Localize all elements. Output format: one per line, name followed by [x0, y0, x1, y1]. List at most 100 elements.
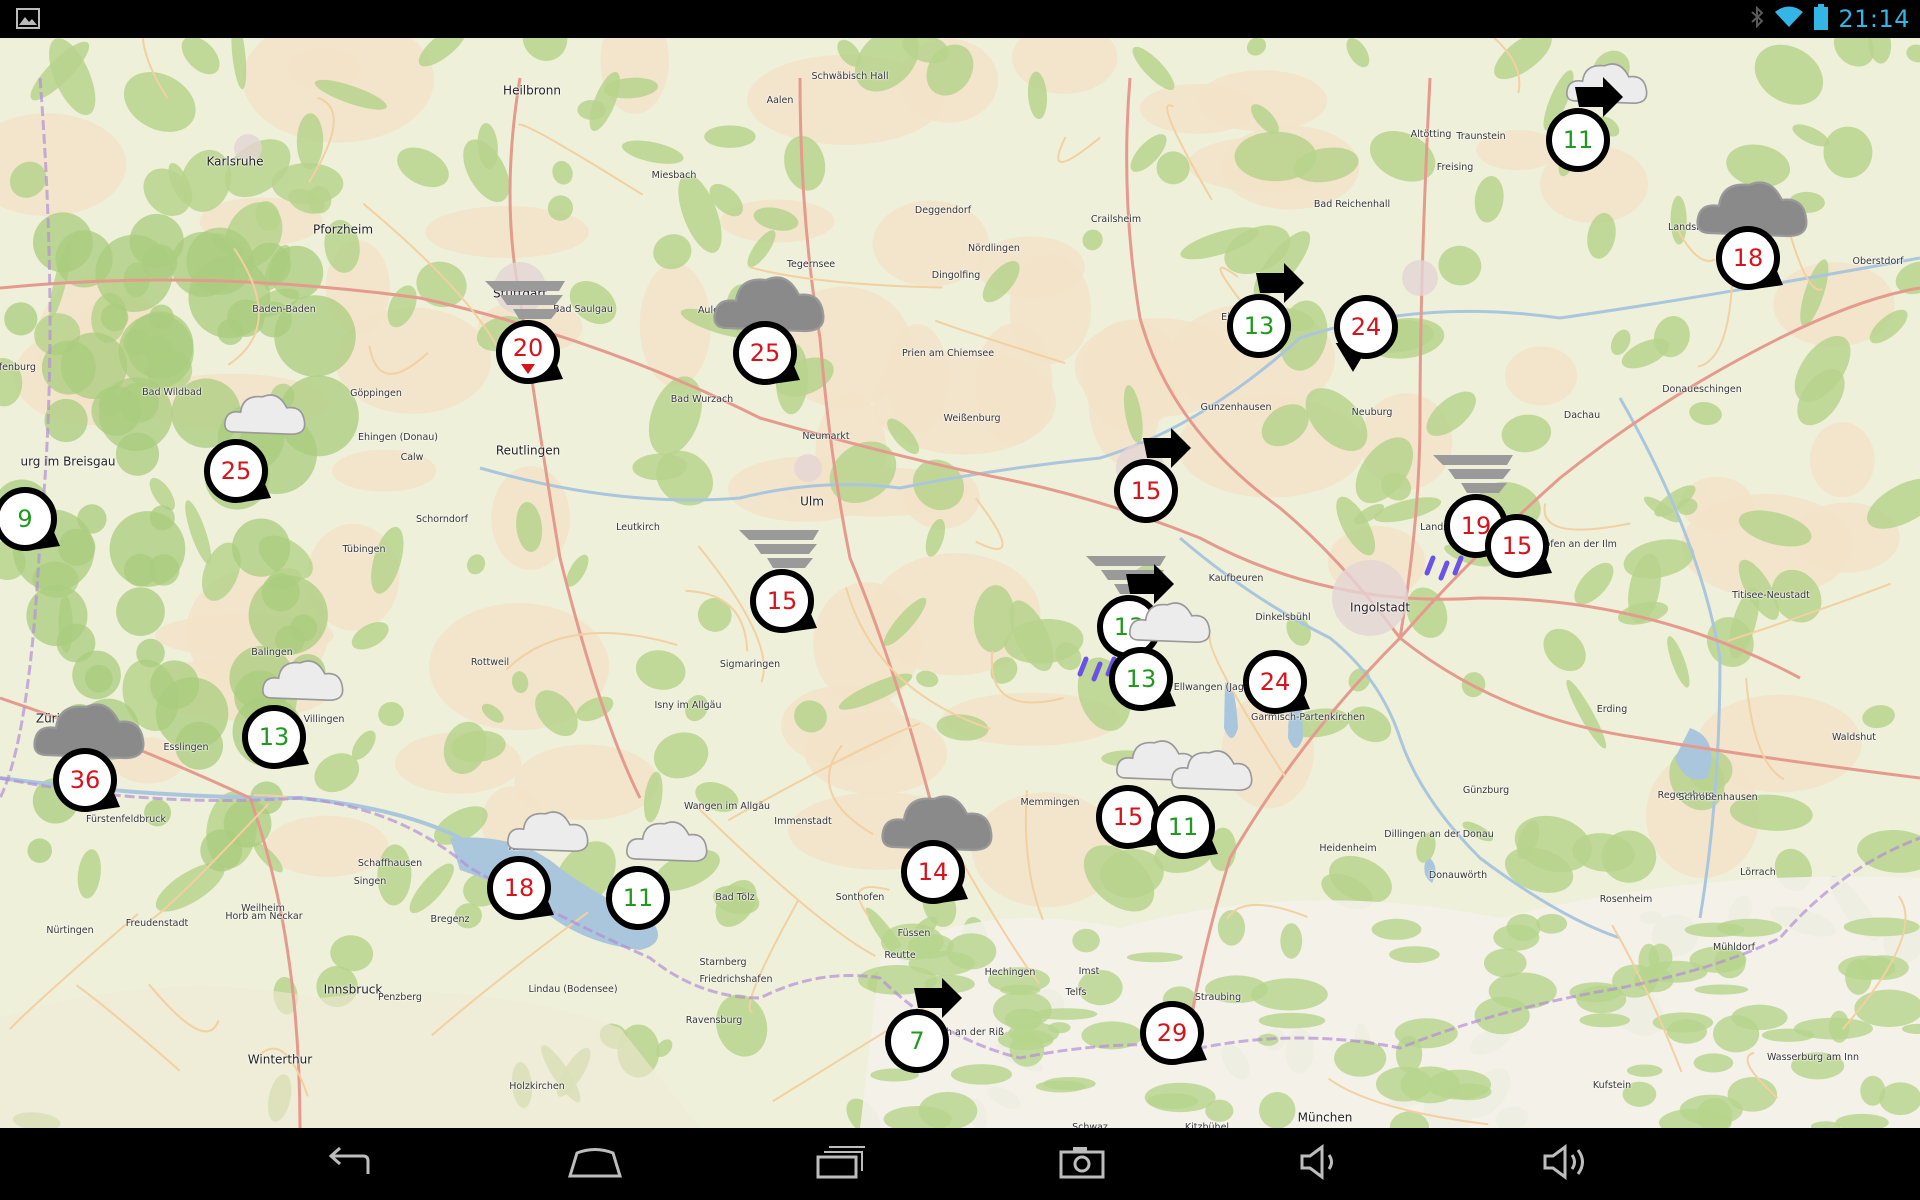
forest-area	[1371, 918, 1422, 940]
marker-value: 24	[1259, 668, 1291, 696]
place-label: Nürtingen	[46, 925, 94, 937]
forest-area	[1576, 985, 1627, 1014]
weather-marker[interactable]: 11	[1151, 750, 1253, 859]
forest-area	[1860, 1075, 1886, 1106]
volume-up-button[interactable]	[1522, 1138, 1612, 1190]
place-label: Kaufbeuren	[1208, 573, 1264, 585]
forest-area	[1694, 984, 1749, 995]
forest-area	[1280, 923, 1303, 959]
place-label: Deggendorf	[914, 205, 972, 217]
weather-marker[interactable]: 13	[1109, 602, 1211, 711]
place-label: Titisee-Neustadt	[1732, 590, 1810, 602]
weather-marker[interactable]: 11	[1546, 63, 1648, 172]
weather-marker[interactable]: 24	[1243, 650, 1310, 714]
home-button[interactable]	[550, 1138, 640, 1190]
place-label: Singen	[353, 876, 387, 888]
weather-marker[interactable]: 18	[1696, 181, 1808, 290]
place-label: Calw	[400, 452, 424, 464]
place-label: Innsbruck	[323, 982, 383, 997]
place-label: Ulm	[800, 494, 824, 509]
place-label: Donaueschingen	[1662, 384, 1742, 396]
weather-marker[interactable]: 15	[739, 530, 819, 633]
place-label: Bad Reichenhall	[1313, 199, 1391, 211]
farmland-area	[1505, 346, 1578, 406]
place-label: Baden-Baden	[252, 304, 316, 316]
marker-value: 7	[909, 1027, 925, 1055]
weather-marker[interactable]: 36	[33, 703, 145, 812]
weather-marker[interactable]: 7	[885, 978, 962, 1073]
forest-area	[1626, 1064, 1663, 1077]
place-label: Tübingen	[342, 544, 386, 556]
forest-area	[1506, 914, 1541, 942]
weather-marker[interactable]: 14	[881, 795, 993, 904]
place-label: Waldshut	[1832, 732, 1876, 744]
weather-marker[interactable]: 25	[713, 276, 825, 385]
place-label: Neumarkt	[802, 431, 850, 443]
marker-value: 25	[749, 339, 781, 367]
volume-down-button[interactable]	[1277, 1138, 1367, 1190]
forest-area	[1845, 958, 1872, 995]
marker-value: 18	[503, 874, 535, 902]
weather-marker[interactable]: 15	[1114, 428, 1191, 523]
place-label: Heidenheim	[1319, 843, 1377, 855]
marker-value: 18	[1732, 244, 1764, 272]
clock: 21:14	[1838, 5, 1910, 33]
weather-marker[interactable]: 13	[1227, 263, 1304, 358]
place-label: Friedrichshafen	[699, 974, 773, 986]
place-label: Dingolfing	[931, 270, 981, 282]
back-icon	[324, 1145, 376, 1183]
marker-value: 15	[766, 587, 798, 615]
screenshot-button[interactable]	[1037, 1138, 1127, 1190]
forest-area	[1009, 1032, 1045, 1067]
weather-marker[interactable]: 13	[242, 660, 344, 769]
place-label: Pforzheim	[312, 222, 374, 237]
place-label: Leutkirch	[616, 522, 660, 534]
place-label: München	[1297, 1110, 1353, 1125]
forest-area	[704, 125, 756, 148]
wifi-icon	[1774, 5, 1804, 33]
bluetooth-icon	[1750, 5, 1764, 33]
weather-marker[interactable]: 9	[0, 487, 60, 551]
place-label: Wangen im Allgäu	[683, 801, 771, 813]
forest-area	[1258, 1012, 1326, 1029]
place-label: Ehingen (Donau)	[357, 432, 439, 444]
weather-marker[interactable]: 24	[1334, 295, 1398, 372]
place-label: Kufstein	[1592, 1080, 1632, 1092]
back-button[interactable]	[305, 1138, 395, 1190]
marker-value: 13	[1243, 312, 1275, 340]
place-label: Mühldorf	[1713, 942, 1755, 954]
place-label: Schorndorf	[416, 514, 468, 526]
urban-area	[794, 454, 822, 482]
place-label: Isny im Allgäu	[654, 700, 722, 712]
marker-value: 11	[1167, 813, 1199, 841]
place-label: Weilheim	[241, 903, 285, 915]
weather-marker[interactable]: 18	[487, 811, 589, 920]
farmland-area	[514, 744, 659, 821]
weather-marker[interactable]: 29	[1140, 1001, 1207, 1065]
map-view[interactable]: Heilbronn Karlsruhe Pforzheim Stuttgart Reut…	[0, 38, 1920, 1128]
marker-value: 9	[17, 505, 33, 533]
forest-area	[72, 650, 121, 700]
forest-area	[136, 638, 165, 668]
navigation-bar	[0, 1128, 1920, 1200]
place-label: Rottweil	[470, 657, 510, 669]
forest-area	[1843, 917, 1920, 937]
forest-area	[1684, 922, 1745, 938]
marker-value: 29	[1156, 1019, 1188, 1047]
place-label: Reutlingen	[495, 443, 561, 458]
forest-area	[4, 302, 38, 336]
weather-marker[interactable]: 11	[606, 821, 708, 930]
forest-area	[1035, 1080, 1086, 1093]
marker-value: 13	[1125, 665, 1157, 693]
weather-marker[interactable]: 20	[485, 281, 565, 384]
place-label: Aalen	[766, 95, 794, 107]
place-label: Dachau	[1563, 410, 1601, 422]
farmland-area	[1809, 422, 1875, 498]
place-label: Ravensburg	[685, 1015, 743, 1027]
forest-area	[1389, 946, 1440, 963]
place-label: Oberstdorf	[1852, 256, 1904, 268]
weather-marker[interactable]: 25	[204, 394, 306, 503]
weather-marker[interactable]: 15	[1485, 514, 1552, 578]
recent-apps-button[interactable]	[796, 1138, 886, 1190]
place-label: Rosenheim	[1599, 894, 1653, 906]
